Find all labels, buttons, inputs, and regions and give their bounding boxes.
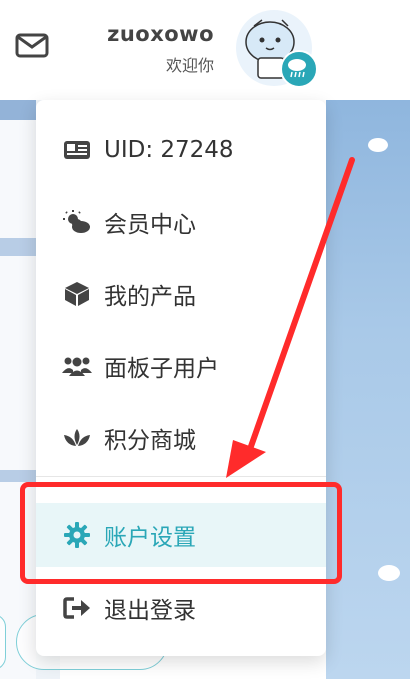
menu-divider	[36, 476, 326, 477]
box-icon	[62, 279, 92, 309]
menu-item-membership[interactable]: 会员中心	[36, 190, 326, 254]
mail-icon[interactable]	[14, 30, 50, 60]
menu-item-uid[interactable]: UID: 27248	[36, 118, 326, 182]
username[interactable]: zuoxowo	[90, 22, 214, 46]
left-banner-strip	[0, 470, 36, 482]
menu-item-label: UID: 27248	[104, 137, 234, 163]
left-content-strip	[0, 100, 36, 679]
weather-icon	[62, 207, 92, 237]
snowflake-decoration	[378, 565, 400, 581]
menu-item-points-mall[interactable]: 积分商城	[36, 406, 326, 470]
menu-item-label: 面板子用户	[104, 356, 219, 382]
snowflake-decoration	[368, 138, 388, 152]
menu-item-logout[interactable]: 退出登录	[36, 576, 326, 640]
highlight-box	[20, 482, 342, 584]
menu-item-label: 会员中心	[104, 212, 196, 238]
left-banner-strip	[0, 100, 36, 120]
menu-item-label: 积分商城	[104, 428, 196, 454]
top-header: zuoxowo 欢迎你	[0, 0, 410, 100]
users-icon	[62, 351, 92, 381]
sign-out-icon	[62, 593, 92, 623]
menu-item-my-products[interactable]: 我的产品	[36, 262, 326, 326]
rain-cloud-icon	[280, 50, 318, 88]
lotus-icon	[62, 423, 92, 453]
menu-item-label: 我的产品	[104, 284, 196, 310]
left-banner-strip	[0, 238, 36, 256]
greeting-text: 欢迎你	[165, 56, 214, 75]
background-pill-button	[0, 614, 6, 670]
id-card-icon	[62, 135, 92, 165]
menu-item-label: 退出登录	[104, 598, 196, 624]
sky-background	[326, 100, 410, 679]
menu-item-sub-users[interactable]: 面板子用户	[36, 334, 326, 398]
